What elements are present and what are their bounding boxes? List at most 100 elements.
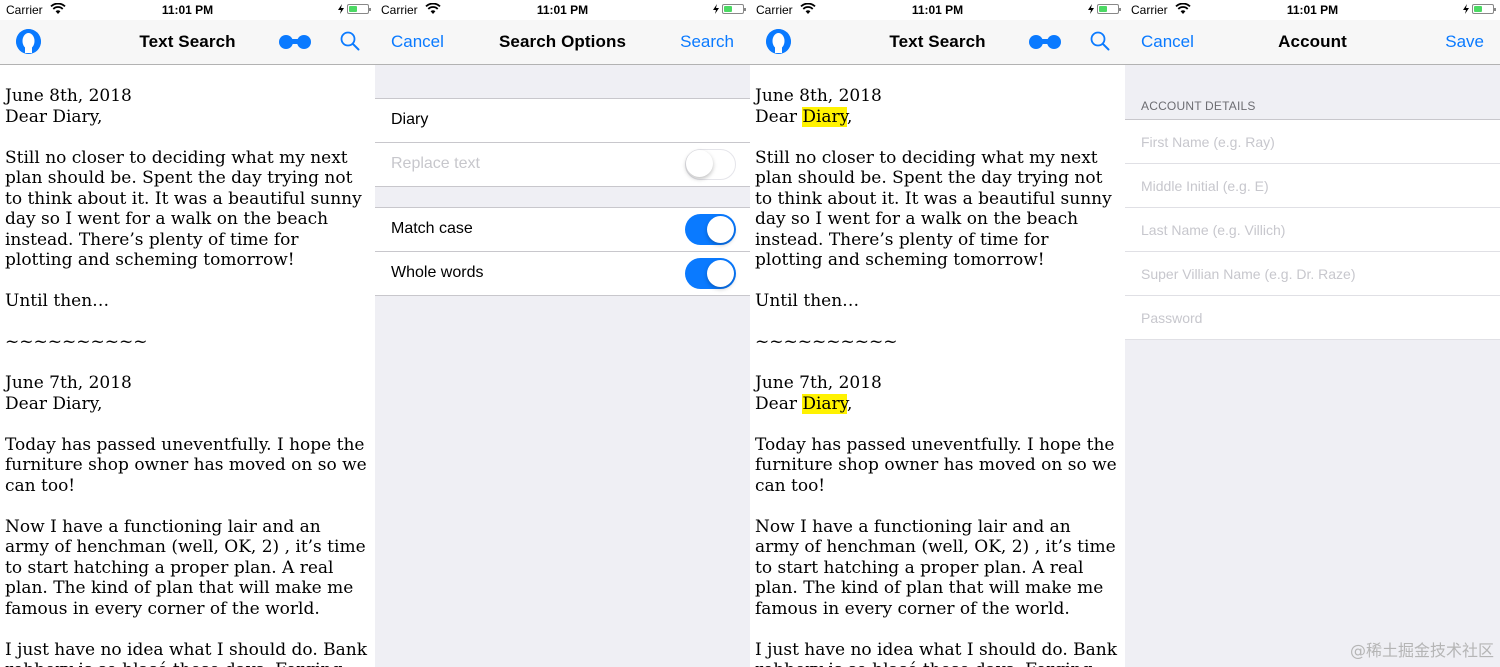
- diary-paragraph: Today has passed uneventfully. I hope th…: [5, 435, 370, 497]
- status-time: 11:01 PM: [536, 3, 589, 17]
- search-term-cell[interactable]: Diary: [375, 99, 750, 143]
- last-name-cell: [1125, 208, 1500, 252]
- charging-bolt-icon: [1088, 4, 1094, 14]
- search-term-input[interactable]: Diary: [391, 111, 428, 129]
- page-title: Account: [1278, 32, 1347, 51]
- toggle-knob: [707, 216, 734, 243]
- status-bar: Carrier 11:01 PM: [375, 0, 750, 20]
- entry-date: June 7th, 2018: [755, 373, 882, 393]
- first-name-cell: [1125, 120, 1500, 164]
- greeting-comma: ,: [847, 106, 853, 127]
- battery-icon: [1472, 4, 1496, 14]
- diary-line: Still no closer to deciding what my next…: [5, 147, 362, 271]
- diary-line: Dear Diary,: [5, 106, 103, 127]
- match-case-label: Match case: [391, 220, 473, 237]
- section-header: ACCOUNT DETAILS: [1141, 99, 1256, 113]
- match-group: Match case Whole words: [375, 207, 750, 296]
- villain-name-field[interactable]: [1141, 252, 1481, 295]
- navigation-bar: Text Search: [0, 20, 375, 65]
- status-time: 11:01 PM: [1286, 3, 1339, 17]
- diary-paragraph: I just have no idea what I should do. Ba…: [755, 639, 1118, 667]
- status-bar: Carrier 11:01 PM: [1125, 0, 1500, 20]
- navigation-bar: Text Search: [750, 20, 1125, 65]
- entry-heading: June 8th, 2018 Dear Diary,: [755, 86, 1120, 127]
- diary-paragraph: I just have no idea what I should do. Ba…: [5, 640, 370, 667]
- options-table: Diary Replace text Match case Whole word…: [375, 65, 750, 667]
- binoculars-icon[interactable]: [1028, 35, 1062, 49]
- search-options-screen: Carrier 11:01 PM Cancel Search Options S…: [375, 0, 750, 667]
- diary-line: June 8th, 2018: [5, 86, 132, 106]
- text-search-screen: Carrier 11:01 PM Text Search June 8th, 2…: [0, 0, 375, 667]
- charging-bolt-icon: [1463, 4, 1469, 14]
- search-highlight: Diary: [802, 393, 848, 414]
- search-button[interactable]: Search: [680, 32, 734, 52]
- navigation-bar: Cancel Search Options Search: [375, 20, 750, 65]
- battery-icon: [347, 4, 371, 14]
- diary-line: Today has passed uneventfully. I hope th…: [5, 434, 367, 496]
- password-field[interactable]: [1141, 296, 1481, 339]
- binoculars-icon[interactable]: [278, 35, 312, 49]
- diary-text-view[interactable]: June 8th, 2018 Dear Diary, Still no close…: [750, 65, 1125, 667]
- diary-separator: ~~~~~~~~~~: [755, 332, 898, 352]
- search-highlight: Diary: [802, 106, 848, 127]
- search-group: Diary Replace text: [375, 98, 750, 187]
- diary-paragraph: Until then…: [5, 291, 370, 312]
- page-title: Text Search: [139, 32, 236, 51]
- search-icon[interactable]: [340, 31, 360, 51]
- navigation-bar: Cancel Account Save: [1125, 20, 1500, 65]
- account-fields-group: [1125, 119, 1500, 340]
- first-name-field[interactable]: [1141, 120, 1481, 163]
- diary-line: Now I have a functioning lair and an arm…: [5, 516, 366, 619]
- text-search-results-screen: Carrier 11:01 PM Text Search June 8th, 2…: [750, 0, 1125, 667]
- diary-line: ~~~~~~~~~~: [5, 332, 148, 352]
- status-bar: Carrier 11:01 PM: [750, 0, 1125, 20]
- battery-icon: [722, 4, 746, 14]
- diary-paragraph: Until then…: [755, 291, 860, 311]
- greeting-comma: ,: [847, 393, 853, 414]
- status-bar: Carrier 11:01 PM: [0, 0, 375, 20]
- save-button[interactable]: Save: [1445, 32, 1484, 52]
- battery-icon: [1097, 4, 1121, 14]
- status-time: 11:01 PM: [911, 3, 964, 17]
- whole-words-cell: Whole words: [375, 252, 750, 296]
- match-case-toggle[interactable]: [685, 214, 736, 245]
- replace-text-label: Replace text: [391, 155, 480, 172]
- middle-initial-field[interactable]: [1141, 164, 1481, 207]
- greeting-text: Dear: [755, 393, 803, 414]
- diary-line: Dear Diary,: [5, 393, 103, 414]
- diary-paragraph: June 7th, 2018 Dear Diary,: [5, 373, 370, 414]
- watermark: @稀土掘金技术社区: [1349, 641, 1494, 660]
- diary-paragraph: Still no closer to deciding what my next…: [5, 148, 370, 271]
- villain-name-cell: [1125, 252, 1500, 296]
- diary-text-view[interactable]: June 8th, 2018 Dear Diary, Still no closer…: [0, 65, 375, 667]
- password-cell: [1125, 296, 1500, 340]
- status-time: 11:01 PM: [161, 3, 214, 17]
- diary-paragraph: Now I have a functioning lair and an arm…: [5, 517, 370, 620]
- page-title: Text Search: [889, 32, 986, 51]
- whole-words-toggle[interactable]: [685, 258, 736, 289]
- charging-bolt-icon: [713, 4, 719, 14]
- last-name-field[interactable]: [1141, 208, 1481, 251]
- diary-line: June 7th, 2018: [5, 373, 132, 393]
- diary-line: Until then…: [5, 291, 110, 311]
- diary-paragraph: Now I have a functioning lair and an arm…: [755, 516, 1116, 619]
- toggle-knob: [686, 150, 713, 177]
- greeting-text: Dear: [755, 106, 803, 127]
- entry-heading: June 7th, 2018 Dear Diary,: [755, 373, 1120, 414]
- replace-text-toggle[interactable]: [685, 149, 736, 180]
- replace-text-cell: Replace text: [375, 143, 750, 187]
- diary-paragraph: Today has passed uneventfully. I hope th…: [755, 434, 1117, 496]
- diary-paragraph: ~~~~~~~~~~: [5, 332, 370, 353]
- toggle-knob: [707, 260, 734, 287]
- diary-line: I just have no idea what I should do. Ba…: [5, 639, 368, 667]
- diary-paragraph: Still no closer to deciding what my next…: [755, 147, 1112, 271]
- charging-bolt-icon: [338, 4, 344, 14]
- search-icon[interactable]: [1090, 31, 1110, 51]
- account-form: ACCOUNT DETAILS: [1125, 65, 1500, 667]
- entry-date: June 8th, 2018: [755, 86, 882, 106]
- account-screen: Carrier 11:01 PM Cancel Account Save ACC…: [1125, 0, 1500, 667]
- diary-paragraph: June 8th, 2018 Dear Diary,: [5, 86, 370, 127]
- match-case-cell: Match case: [375, 208, 750, 252]
- middle-initial-cell: [1125, 164, 1500, 208]
- whole-words-label: Whole words: [391, 264, 484, 281]
